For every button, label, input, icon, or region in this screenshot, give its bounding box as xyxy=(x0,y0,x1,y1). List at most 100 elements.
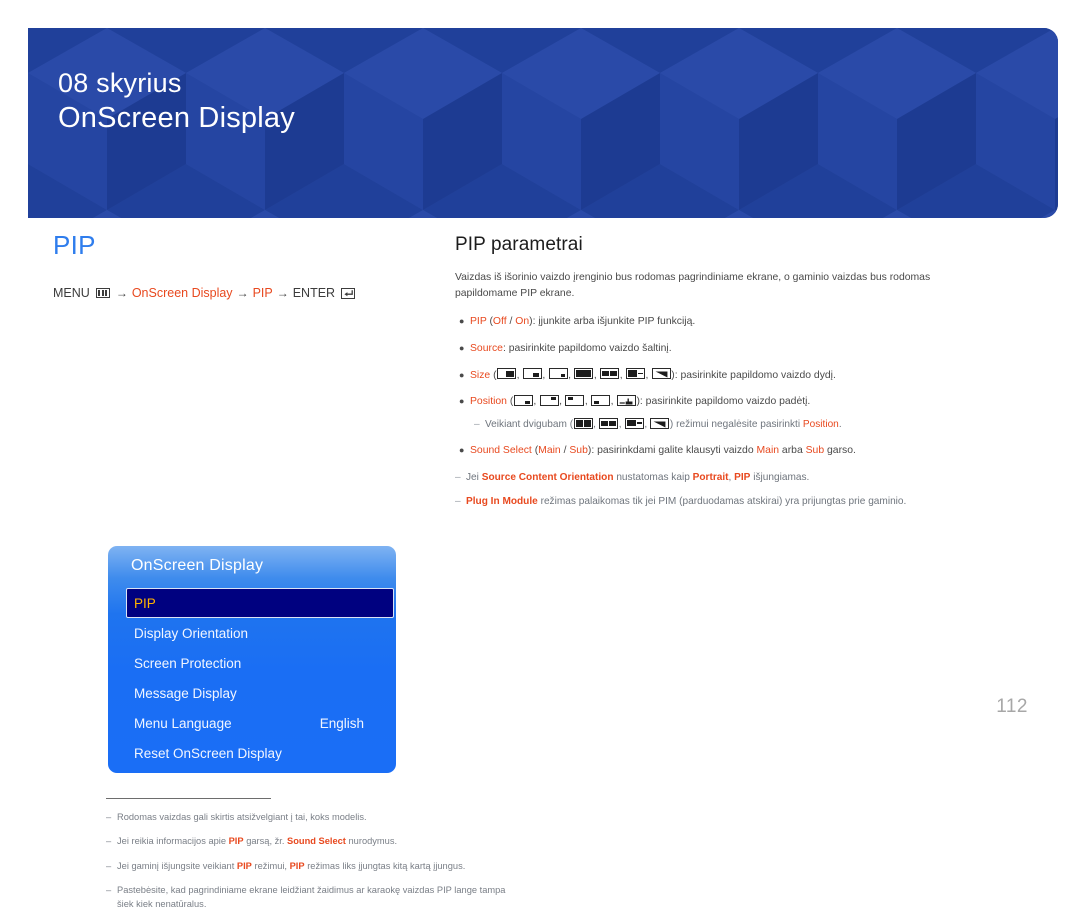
bullet-text: PIP (Off / On): įjunkite arba išjunkite … xyxy=(470,314,975,330)
osd-item-label: Reset OnScreen Display xyxy=(134,745,282,761)
header-text-block: 08 skyrius OnScreen Display xyxy=(58,66,295,137)
footnote-text: Jei reikia informacijos apie PIP garsą, … xyxy=(117,835,506,848)
note-text: Plug In Module režimas palaikomas tik je… xyxy=(466,494,975,509)
highlighted-term: Sound Select xyxy=(287,836,346,847)
highlighted-term: Size xyxy=(470,369,491,381)
body-text: režimas palaikomas tik jei PIM (parduoda… xyxy=(537,496,907,508)
note-text: Jei Source Content Orientation nustatoma… xyxy=(466,470,975,485)
body-text: Jei gaminį išjungsite veikiant xyxy=(117,860,237,871)
highlighted-term: Position xyxy=(802,419,839,431)
footnote-text: Rodomas vaizdas gali skirtis atsižvelgia… xyxy=(117,811,506,824)
body-text: : pasirinkite papildomo vaizdo šaltinį. xyxy=(502,342,672,354)
highlighted-term: Source Content Orientation xyxy=(481,472,614,484)
bullet-position: ● Position (, , , , ): pasirinkite papild… xyxy=(455,394,975,410)
note-dash: – xyxy=(455,472,461,484)
body-text: režimas liks įjungtas kitą kartą įjungus… xyxy=(304,860,466,871)
highlighted-term: Portrait xyxy=(692,472,729,484)
pip-intro-text: Vaizdas iš išorinio vaizdo įrenginio bus… xyxy=(455,272,931,299)
footnote-dash: – xyxy=(106,885,112,896)
pip-split-wide-icon xyxy=(600,368,620,380)
page-title: PIP xyxy=(53,230,96,260)
highlighted-term: Sub xyxy=(805,445,825,457)
bullet-text: Position (, , , , ): pasirinkite papildo… xyxy=(470,394,811,408)
body-text: ): pasirinkite papildomo vaizdo padėtį. xyxy=(636,396,811,408)
breadcrumb-menu-label: MENU xyxy=(53,286,90,300)
footnote-2: – Jei reikia informacijos apie PIP garsą,… xyxy=(106,835,506,848)
footnote-dash: – xyxy=(106,836,112,847)
pip-split-wide-icon xyxy=(599,417,619,429)
breadcrumb-enter-label: ENTER xyxy=(292,286,336,300)
osd-item-menu-language[interactable]: Menu Language English xyxy=(128,708,386,738)
highlighted-term: On xyxy=(515,316,530,328)
osd-item-label: PIP xyxy=(134,595,156,611)
breadcrumb-item-pip[interactable]: PIP xyxy=(253,286,273,300)
pip-pos-bottom-left-icon xyxy=(591,394,611,406)
bullet-text: Sound Select (Main / Sub): pasirinkdami … xyxy=(470,443,975,459)
body-text: Jei reikia informacijos apie xyxy=(117,836,229,847)
subnote-dash: – xyxy=(474,419,480,431)
pip-split-narrow-icon xyxy=(625,368,645,380)
osd-item-label: Message Display xyxy=(134,685,237,701)
subnote-text: Veikiant dvigubam (, , , ) režimui negal… xyxy=(485,417,842,431)
bullet-dot-icon: ● xyxy=(459,445,465,456)
breadcrumb-item-onscreen-display[interactable]: OnScreen Display xyxy=(132,286,233,300)
highlighted-term: PIP xyxy=(470,316,487,328)
pip-settings-heading: PIP parametrai xyxy=(455,234,583,255)
highlighted-term: Main xyxy=(756,445,780,457)
highlighted-term: Plug In Module xyxy=(466,496,538,508)
pip-split-half-icon xyxy=(573,417,593,429)
enter-return-icon xyxy=(341,287,356,299)
highlighted-term: PIP xyxy=(228,836,244,847)
footnote-text: Pastebėsite, kad pagrindiniame ekrane le… xyxy=(117,884,506,911)
highlighted-term: Source xyxy=(470,342,503,354)
bullet-dot-icon: ● xyxy=(459,369,465,380)
body-text: garsą, žr. xyxy=(243,836,288,847)
body-text: ): pasirinkite papildomo vaizdo dydį. xyxy=(671,369,836,381)
osd-item-display-orientation[interactable]: Display Orientation xyxy=(128,618,386,648)
bullet-dot-icon: ● xyxy=(459,316,465,327)
breadcrumb-arrow-1: → xyxy=(115,286,128,300)
footnote-text: Jei gaminį išjungsite veikiant PIP režim… xyxy=(117,860,506,873)
body-text: / xyxy=(506,316,516,328)
highlighted-term: PIP xyxy=(734,472,751,484)
position-subnote: – Veikiant dvigubam (, , , ) režimui nega… xyxy=(474,417,975,432)
body-text: ): pasirinkdami galite klausyti vaizdo xyxy=(587,445,757,457)
pip-pos-bottom-right-icon xyxy=(513,394,533,406)
left-column: PIP MENU → OnScreen Display → PIP → ENTE… xyxy=(53,230,505,909)
osd-item-screen-protection[interactable]: Screen Protection xyxy=(128,648,386,678)
osd-menu-panel: OnScreen Display PIP Display Orientation… xyxy=(108,546,396,773)
pip-note-2: – Plug In Module režimas palaikomas tik j… xyxy=(455,494,975,509)
footnote-divider xyxy=(106,798,271,799)
breadcrumb-arrow-3: → xyxy=(276,286,289,300)
pip-size-large-icon xyxy=(497,368,517,380)
footnote-4: – Pastebėsite, kad pagrindiniame ekrane l… xyxy=(106,884,506,911)
bullet-source: ● Source: pasirinkite papildomo vaizdo ša… xyxy=(455,341,975,357)
menu-bars-icon xyxy=(95,288,110,298)
body-text: . xyxy=(838,419,842,431)
body-text: ( xyxy=(506,396,514,408)
highlighted-term: PIP xyxy=(236,860,252,871)
body-text: Veikiant dvigubam ( xyxy=(485,419,574,431)
pip-pos-top-left-icon xyxy=(565,394,585,406)
pip-size-small-icon xyxy=(548,368,568,380)
body-text: nustatomas kaip xyxy=(613,472,693,484)
footnote-dash: – xyxy=(106,860,112,871)
bullet-pip: ● PIP (Off / On): įjunkite arba išjunkite… xyxy=(455,314,975,330)
chapter-title: OnScreen Display xyxy=(58,102,295,135)
pip-note-1: – Jei Source Content Orientation nustatom… xyxy=(455,470,975,485)
note-dash: – xyxy=(455,496,461,508)
highlighted-term: Main xyxy=(538,445,561,457)
body-text: Jei xyxy=(466,472,482,484)
highlighted-term: Off xyxy=(492,316,507,328)
osd-item-label: Screen Protection xyxy=(134,655,242,671)
osd-item-message-display[interactable]: Message Display xyxy=(128,678,386,708)
osd-item-pip[interactable]: PIP xyxy=(126,588,394,618)
body-text: ( xyxy=(490,369,497,381)
highlighted-term: Position xyxy=(470,396,507,408)
right-column: PIP parametrai Vaizdas iš išorinio vaizd… xyxy=(455,234,975,518)
body-text: arba xyxy=(779,445,806,457)
chapter-header-banner: 08 skyrius OnScreen Display xyxy=(28,28,1058,218)
bullet-dot-icon: ● xyxy=(459,396,465,407)
osd-item-reset-onscreen-display[interactable]: Reset OnScreen Display xyxy=(128,738,386,768)
bullet-text: Source: pasirinkite papildomo vaizdo šal… xyxy=(470,341,975,357)
